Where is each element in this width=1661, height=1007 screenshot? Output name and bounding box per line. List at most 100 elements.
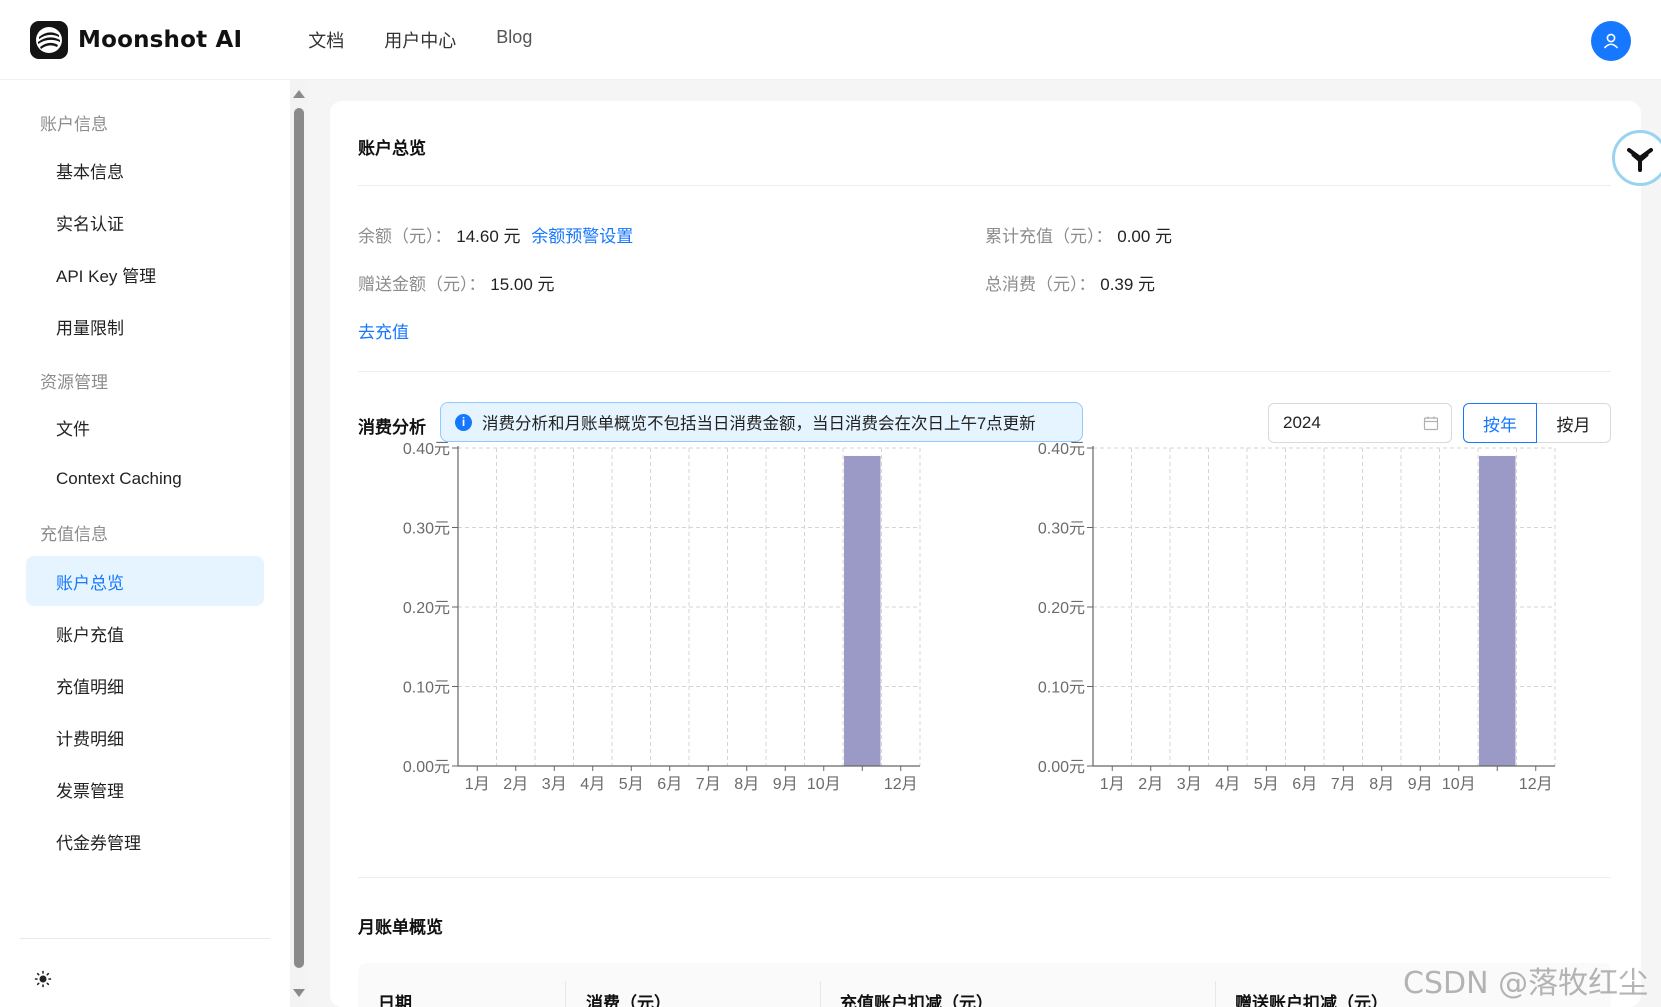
y-tick-label: 0.30元 [403, 521, 450, 538]
bar-11月 [1479, 455, 1516, 766]
by-month-toggle[interactable]: 按月 [1537, 403, 1611, 443]
balance-value: 14.60 元 [456, 227, 521, 246]
total-recharge-label: 累计充值（元）： [985, 227, 1113, 246]
sidebar-item-basic-info[interactable]: 基本信息 [26, 145, 264, 195]
sidebar-group-account: 账户信息 [40, 115, 108, 134]
x-tick-label: 7月 [1331, 776, 1356, 793]
nav-user-center[interactable]: 用户中心 [384, 27, 456, 53]
x-tick-label: 12月 [1519, 776, 1553, 793]
y-tick-label: 0.00元 [403, 759, 450, 776]
balance-row: 余额（元）： 14.60 元 余额预警设置 [358, 222, 633, 247]
column-separator [565, 981, 566, 1007]
analysis-title: 消费分析 [358, 418, 426, 437]
x-tick-label: 1月 [465, 776, 490, 793]
y-tick-label: 0.10元 [1038, 680, 1085, 697]
sidebar-item-api-key[interactable]: API Key 管理 [26, 249, 264, 299]
sidebar-item-usage-limit[interactable]: 用量限制 [26, 301, 264, 351]
sidebar: 账户信息 基本信息 实名认证 API Key 管理 用量限制 资源管理 文件 C… [0, 80, 290, 1007]
spend-chart-left: 0.00元 0.10元 0.20元 0.30元 0.40元 1月 2月 3月 4月 5月 6月 7月 8… [403, 441, 921, 793]
divider [358, 877, 1611, 878]
column-header-date: 日期 [378, 994, 412, 1007]
assistant-icon [1627, 148, 1653, 172]
total-recharge-value: 0.00 元 [1117, 227, 1173, 246]
recharge-link[interactable]: 去充值 [358, 318, 409, 343]
balance-alert-link[interactable]: 余额预警设置 [531, 227, 633, 246]
monthly-bill-title: 月账单概览 [358, 918, 443, 937]
y-tick-label: 0.00元 [1038, 759, 1085, 776]
column-separator [820, 981, 821, 1007]
nav-docs[interactable]: 文档 [308, 27, 344, 53]
info-icon: i [455, 413, 472, 431]
x-tick-label: 2月 [1138, 776, 1163, 793]
x-tick-label: 5月 [619, 776, 644, 793]
page-title: 账户总览 [358, 139, 426, 158]
column-separator [1215, 981, 1216, 1007]
nav-blog[interactable]: Blog [496, 27, 532, 53]
x-tick-label: 10月 [807, 776, 841, 793]
column-header-gift-deduction: 赠送账户扣减（元） [1235, 994, 1388, 1007]
y-tick-label: 0.40元 [1038, 441, 1085, 458]
sidebar-item-billing-details[interactable]: 计费明细 [26, 712, 264, 762]
bar-11月 [844, 455, 881, 766]
divider [358, 185, 1611, 186]
y-tick-label: 0.20元 [1038, 600, 1085, 617]
divider [358, 371, 1611, 372]
x-tick-label: 9月 [773, 776, 798, 793]
assistant-float-button[interactable] [1612, 130, 1661, 186]
by-year-toggle[interactable]: 按年 [1463, 403, 1537, 443]
total-spend-label: 总消费（元）： [985, 275, 1096, 294]
total-spend-row: 总消费（元）： 0.39 元 [985, 270, 1155, 295]
balance-label: 余额（元）： [358, 227, 452, 246]
spend-chart-right: 0.00元 0.10元 0.20元 0.30元 0.40元 1月 2月 3月 4月 5月 6月 7月 8… [1038, 441, 1556, 793]
column-header-recharge-deduction: 充值账户扣减（元） [840, 994, 993, 1007]
x-tick-label: 10月 [1442, 776, 1476, 793]
x-tick-label: 1月 [1100, 776, 1125, 793]
sidebar-item-invoices[interactable]: 发票管理 [26, 764, 264, 814]
x-tick-label: 7月 [696, 776, 721, 793]
gift-label: 赠送金额（元）： [358, 275, 486, 294]
watermark: CSDN @落牧红尘 [1403, 966, 1649, 1001]
sidebar-item-account-overview[interactable]: 账户总览 [26, 556, 264, 606]
avatar[interactable] [1591, 21, 1631, 61]
x-tick-label: 2月 [503, 776, 528, 793]
year-picker[interactable]: 2024 [1268, 403, 1452, 443]
logo[interactable]: Moonshot AI [30, 20, 242, 59]
sidebar-scrollbar[interactable] [290, 80, 308, 1007]
sidebar-group-resources: 资源管理 [40, 373, 108, 392]
x-tick-label: 4月 [580, 776, 605, 793]
user-icon [1603, 33, 1619, 49]
x-tick-label: 8月 [1369, 776, 1394, 793]
gift-value: 15.00 元 [490, 275, 555, 294]
x-tick-label: 5月 [1254, 776, 1279, 793]
scroll-down-arrow-icon[interactable] [293, 989, 305, 997]
scroll-up-arrow-icon[interactable] [293, 90, 305, 98]
y-tick-label: 0.40元 [403, 441, 450, 458]
x-tick-label: 3月 [1177, 776, 1202, 793]
sidebar-item-context-caching[interactable]: Context Caching [26, 454, 264, 504]
y-tick-label: 0.10元 [403, 680, 450, 697]
calendar-icon [1423, 416, 1439, 431]
x-tick-label: 6月 [657, 776, 682, 793]
total-recharge-row: 累计充值（元）： 0.00 元 [985, 222, 1172, 247]
sidebar-item-account-recharge[interactable]: 账户充值 [26, 608, 264, 658]
analysis-notice-text: 消费分析和月账单概览不包括当日消费金额，当日消费会在次日上午7点更新 [482, 415, 1036, 433]
x-tick-label: 6月 [1292, 776, 1317, 793]
x-tick-label: 12月 [884, 776, 918, 793]
total-spend-value: 0.39 元 [1100, 275, 1156, 294]
scrollbar-thumb[interactable] [294, 108, 304, 968]
moonshot-logo-icon [30, 20, 68, 59]
analysis-notice: i 消费分析和月账单概览不包括当日消费金额，当日消费会在次日上午7点更新 [440, 402, 1083, 442]
sidebar-item-vouchers[interactable]: 代金券管理 [26, 816, 264, 866]
x-tick-label: 3月 [542, 776, 567, 793]
sidebar-item-files[interactable]: 文件 [26, 402, 264, 452]
sun-icon[interactable] [34, 970, 52, 988]
y-tick-label: 0.20元 [403, 600, 450, 617]
sidebar-item-recharge-details[interactable]: 充值明细 [26, 660, 264, 710]
y-tick-label: 0.30元 [1038, 521, 1085, 538]
x-tick-label: 4月 [1215, 776, 1240, 793]
column-header-spend: 消费（元） [586, 994, 671, 1007]
top-nav: 文档 用户中心 Blog [308, 27, 572, 53]
x-tick-label: 9月 [1408, 776, 1433, 793]
sidebar-item-verification[interactable]: 实名认证 [26, 197, 264, 247]
year-picker-value: 2024 [1283, 413, 1321, 432]
